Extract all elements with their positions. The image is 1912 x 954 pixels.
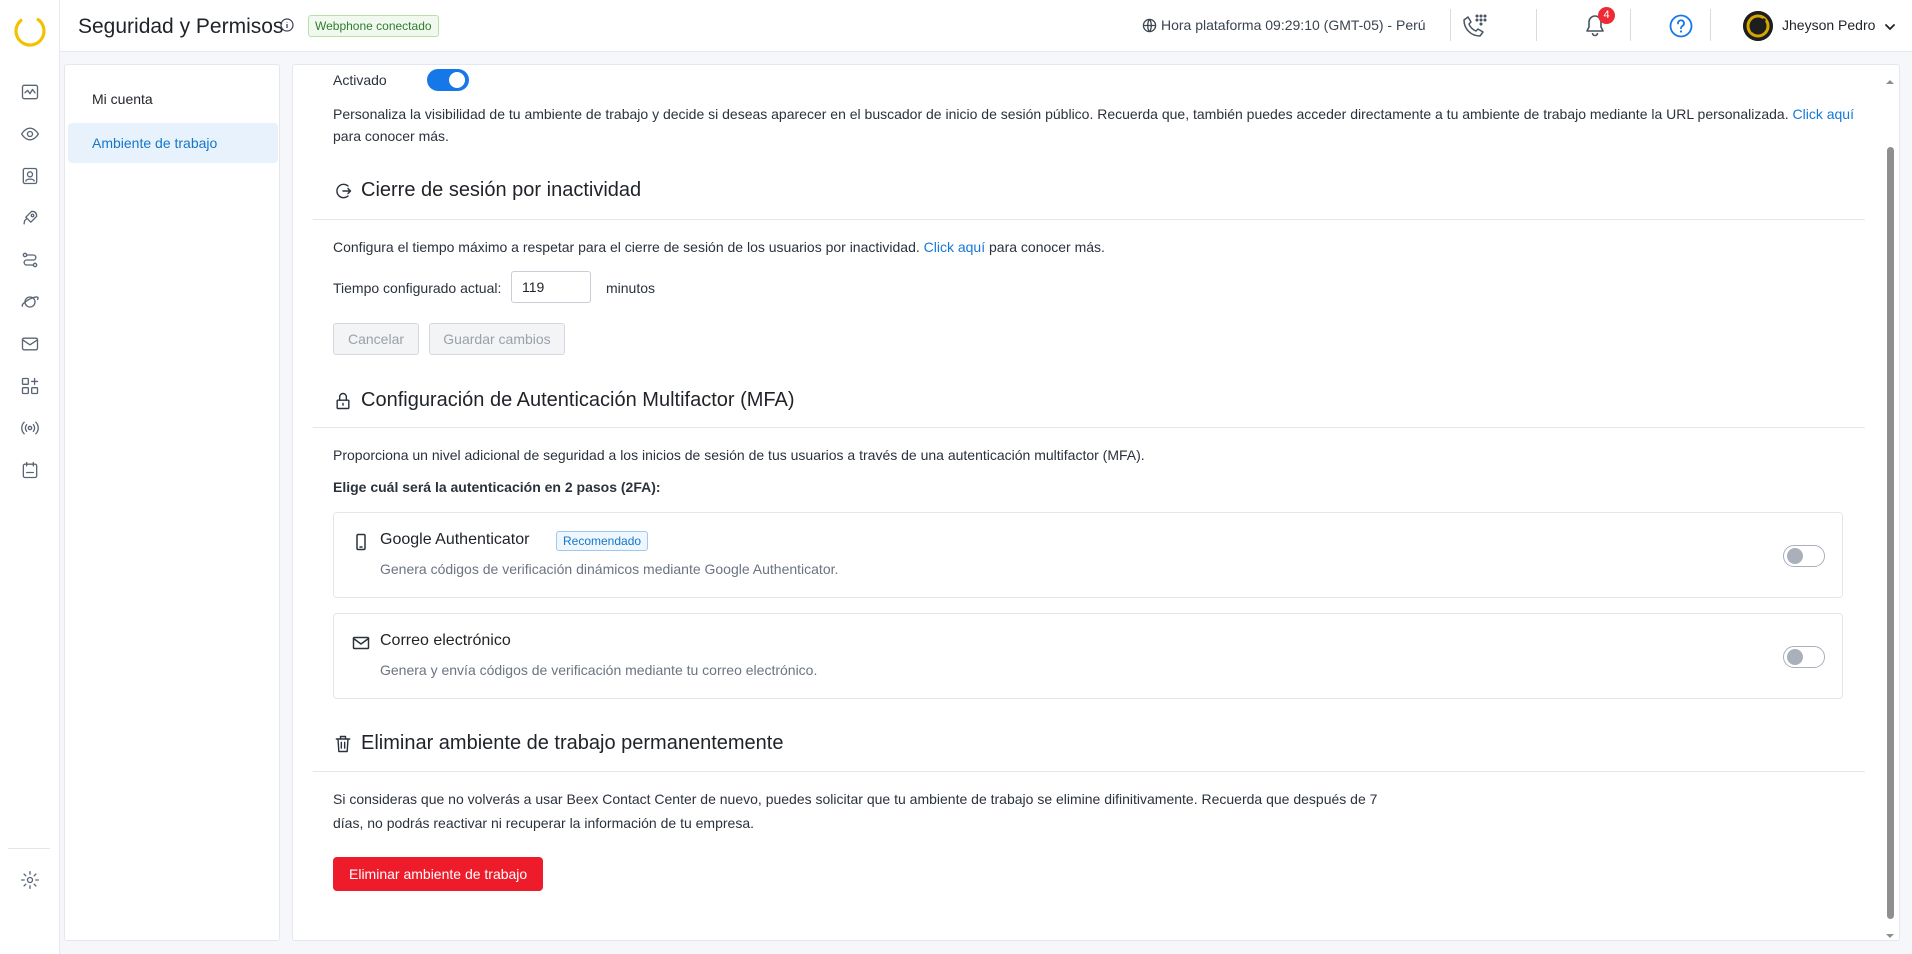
cancel-button[interactable]: Cancelar <box>333 323 419 355</box>
rail-divider <box>8 848 50 849</box>
section-divider <box>313 771 1865 772</box>
inactivity-help-link[interactable]: Click aquí <box>924 239 985 255</box>
platform-time-text: Hora plataforma 09:29:10 (GMT-05) - Perú <box>1161 17 1426 33</box>
monitor-eye-icon[interactable] <box>18 122 42 146</box>
email-mfa-toggle[interactable] <box>1783 646 1825 668</box>
visibility-description: Personaliza la visibilidad de tu ambient… <box>333 103 1873 147</box>
scroll-up-arrow-icon[interactable] <box>1886 73 1894 84</box>
chevron-down-icon[interactable] <box>1884 20 1896 32</box>
globe-icon <box>1142 18 1157 32</box>
app-logo[interactable] <box>12 13 48 49</box>
help-icon[interactable] <box>1669 14 1693 38</box>
inactivity-suffix: para conocer más. <box>989 239 1105 255</box>
header-divider <box>1536 9 1537 41</box>
delete-description-line1: Si consideras que no volverás a usar Bee… <box>333 791 1378 807</box>
save-changes-button[interactable]: Guardar cambios <box>429 323 565 355</box>
mfa-option-title: Google Authenticator <box>380 531 530 548</box>
header-divider <box>1630 9 1631 41</box>
campaigns-rocket-icon[interactable] <box>18 206 42 230</box>
section-divider <box>313 219 1865 220</box>
mfa-choose-label: Elige cuál será la autenticación en 2 pa… <box>333 479 661 495</box>
mfa-option-description: Genera y envía códigos de verificación m… <box>380 662 818 678</box>
delete-section-title: Eliminar ambiente de trabajo permanentem… <box>333 732 783 755</box>
settings-sidebar: Mi cuenta Ambiente de trabajo <box>64 64 280 941</box>
left-nav-rail <box>0 0 60 954</box>
mfa-title: Configuración de Autenticación Multifact… <box>361 389 795 411</box>
contacts-icon[interactable] <box>18 164 42 188</box>
sidebar-item-mi-cuenta[interactable]: Mi cuenta <box>68 79 278 119</box>
visibility-description-text: Personaliza la visibilidad de tu ambient… <box>333 106 1789 122</box>
recommended-badge: Recomendado <box>556 531 649 551</box>
section-divider <box>313 427 1865 428</box>
mfa-option-email: Correo electrónico Genera y envía código… <box>333 613 1843 699</box>
settings-icon[interactable] <box>18 868 42 892</box>
avatar[interactable] <box>1743 11 1773 41</box>
scrollbar-thumb[interactable] <box>1887 147 1894 919</box>
mfa-option-description: Genera códigos de verificación dinámicos… <box>380 561 839 577</box>
sidebar-item-ambiente-de-trabajo[interactable]: Ambiente de trabajo <box>68 123 278 163</box>
mfa-option-google-authenticator: Google Authenticator Recomendado Genera … <box>333 512 1843 598</box>
notification-count-badge: 4 <box>1598 7 1615 24</box>
mfa-description: Proporciona un nivel adicional de seguri… <box>333 447 1145 463</box>
inactivity-title: Cierre de sesión por inactividad <box>361 179 642 201</box>
page-title: Seguridad y Permisos <box>78 15 284 38</box>
broadcast-icon[interactable] <box>18 416 42 440</box>
calendar-icon[interactable] <box>18 458 42 482</box>
inactivity-description: Configura el tiempo máximo a respetar pa… <box>333 236 1105 258</box>
inactivity-section-title: Cierre de sesión por inactividad <box>333 179 641 202</box>
mfa-option-title: Correo electrónico <box>380 632 511 649</box>
visibility-help-link[interactable]: Click aquí <box>1793 106 1854 122</box>
lock-icon <box>336 392 350 409</box>
delete-title: Eliminar ambiente de trabajo permanentem… <box>361 732 784 754</box>
google-authenticator-toggle[interactable] <box>1783 545 1825 567</box>
visibility-toggle[interactable] <box>427 69 469 91</box>
top-header: Seguridad y Permisos Webphone conectado … <box>60 0 1912 52</box>
inactivity-description-text: Configura el tiempo máximo a respetar pa… <box>333 239 920 255</box>
webphone-status-badge: Webphone conectado <box>308 15 439 37</box>
timeout-minutes-input[interactable]: 119 <box>511 271 591 303</box>
scrollbar[interactable] <box>1885 65 1895 940</box>
dashboard-icon[interactable] <box>18 80 42 104</box>
trash-icon <box>335 735 351 752</box>
delete-description: Si consideras que no volverás a usar Bee… <box>333 787 1377 835</box>
planet-icon[interactable] <box>18 290 42 314</box>
main-content: Activado Personaliza la visibilidad de t… <box>292 64 1900 941</box>
user-name[interactable]: Jheyson Pedro <box>1782 17 1875 33</box>
apps-icon[interactable] <box>18 374 42 398</box>
mobile-phone-icon <box>352 533 370 551</box>
header-divider <box>1710 9 1711 41</box>
scroll-down-arrow-icon[interactable] <box>1886 927 1894 938</box>
info-icon[interactable] <box>280 18 294 32</box>
mfa-section-title: Configuración de Autenticación Multifact… <box>333 389 795 412</box>
platform-time: Hora plataforma 09:29:10 (GMT-05) - Perú <box>1142 17 1426 33</box>
dialpad-phone-icon[interactable] <box>1460 12 1490 40</box>
mail-icon <box>352 634 370 652</box>
timeout-unit-label: minutos <box>606 280 656 296</box>
timeout-field-label: Tiempo configurado actual: <box>333 280 502 296</box>
routing-icon[interactable] <box>18 248 42 272</box>
delete-description-line2: días, no podrás reactivar ni recuperar l… <box>333 815 754 831</box>
mail-icon[interactable] <box>18 332 42 356</box>
header-divider <box>1450 9 1451 41</box>
visibility-toggle-label: Activado <box>333 72 387 88</box>
logout-icon <box>336 183 352 198</box>
delete-workspace-button[interactable]: Eliminar ambiente de trabajo <box>333 857 544 891</box>
visibility-suffix: para conocer más. <box>333 128 449 144</box>
